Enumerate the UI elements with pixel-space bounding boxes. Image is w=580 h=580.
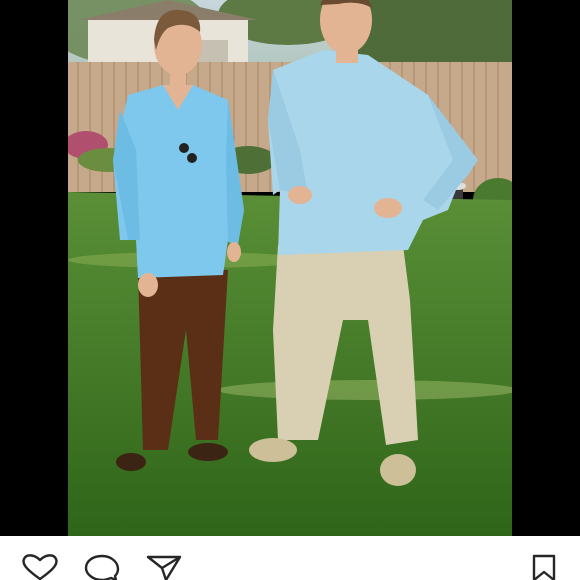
- photo-illustration: [68, 0, 512, 536]
- send-icon: [144, 554, 184, 580]
- comment-button[interactable]: [80, 536, 124, 580]
- save-button[interactable]: [522, 536, 566, 580]
- bookmark-icon: [530, 554, 558, 580]
- comment-icon: [82, 554, 122, 580]
- post-media-container: [0, 0, 580, 536]
- heart-icon: [20, 554, 60, 580]
- instagram-post-screen: [0, 0, 580, 580]
- post-action-bar: [0, 536, 580, 580]
- share-button[interactable]: [142, 536, 186, 580]
- post-photo[interactable]: [68, 0, 512, 536]
- like-button[interactable]: [18, 536, 62, 580]
